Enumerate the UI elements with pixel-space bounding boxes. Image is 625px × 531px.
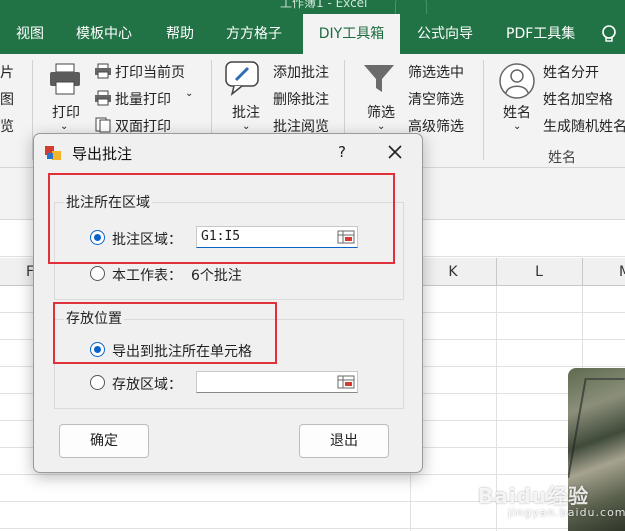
ribbon-partial-2[interactable]: 图	[0, 89, 14, 109]
column-header-m[interactable]: M	[582, 258, 625, 286]
add-comment-button[interactable]: 添加批注	[273, 62, 329, 82]
tab-formula-wizard[interactable]: 公式向导	[417, 14, 473, 54]
delete-comment-button[interactable]: 删除批注	[273, 89, 329, 109]
filter-selected-button[interactable]: 筛选选中	[408, 62, 464, 82]
range-picker-icon[interactable]	[337, 375, 355, 389]
watermark-text: Baidu经验	[478, 484, 590, 508]
clear-filter-button[interactable]: 清空筛选	[408, 89, 464, 109]
filter-button[interactable]: 筛选	[367, 102, 395, 122]
chevron-down-icon[interactable]: ⌄	[377, 121, 385, 132]
filter-icon	[364, 65, 394, 92]
comment-range-label[interactable]: 批注区域：	[112, 229, 182, 249]
store-range-radio[interactable]	[90, 375, 105, 390]
comment-range-input[interactable]: G1:I5	[196, 226, 358, 248]
export-comments-dialog: 导出批注 ? 批注所在区域 批注区域： G1:I5 本工作表： 6个批注 存放位…	[33, 133, 423, 473]
comment-range-radio[interactable]	[90, 230, 105, 245]
storage-location-group-label: 存放位置	[64, 308, 124, 328]
print-button[interactable]: 打印	[52, 102, 80, 122]
person-icon	[499, 63, 535, 99]
baidu-watermark: Baidu经验 jingyan.baidu.com	[478, 480, 625, 519]
comment-count: 6个批注	[191, 268, 242, 284]
current-sheet-radio[interactable]	[90, 266, 105, 281]
batch-print-button[interactable]: 批量打印	[115, 89, 171, 109]
comment-range-group	[54, 202, 404, 300]
tab-fangfang[interactable]: 方方格子	[226, 14, 282, 54]
tab-view[interactable]: 视图	[16, 14, 44, 54]
window-title: 工作簿1 - Excel	[280, 0, 368, 10]
duplex-print-icon	[95, 117, 111, 133]
tab-help[interactable]: 帮助	[166, 14, 194, 54]
random-name-button[interactable]: 生成随机姓名	[543, 116, 625, 136]
tab-pdf-tools[interactable]: PDF工具集	[506, 14, 575, 54]
exit-button[interactable]: 退出	[299, 424, 389, 458]
current-sheet-label[interactable]: 本工作表：	[112, 265, 182, 285]
split-name-button[interactable]: 姓名分开	[543, 62, 599, 82]
comment-icon	[225, 61, 259, 96]
export-to-cell-label[interactable]: 导出到批注所在单元格	[112, 341, 252, 361]
storage-location-group	[54, 319, 404, 409]
comment-button[interactable]: 批注	[232, 102, 260, 122]
tab-diy-toolbox[interactable]: DIY工具箱	[303, 14, 400, 54]
ribbon-partial-3[interactable]: 览	[0, 116, 14, 136]
dialog-title: 导出批注	[72, 145, 133, 163]
print-page-icon	[95, 63, 111, 79]
tab-template-center[interactable]: 模板中心	[76, 14, 132, 54]
ribbon-tab-bar: 视图 模板中心 帮助 方方格子 DIY工具箱 公式向导 PDF工具集	[0, 14, 625, 54]
comment-range-group-label: 批注所在区域	[64, 192, 152, 212]
chevron-down-icon[interactable]: ⌄	[60, 121, 68, 132]
close-icon[interactable]	[380, 139, 410, 165]
ribbon-partial-1[interactable]: 片	[0, 62, 14, 82]
export-to-cell-radio[interactable]	[90, 342, 105, 357]
print-current-page-button[interactable]: 打印当前页	[115, 62, 185, 82]
range-picker-icon[interactable]	[337, 230, 355, 244]
column-header-l[interactable]: L	[496, 258, 582, 286]
watermark-subtext: jingyan.baidu.com	[508, 506, 625, 519]
ok-button[interactable]: 确定	[59, 424, 149, 458]
batch-print-icon	[95, 90, 111, 106]
help-button[interactable]: ?	[330, 139, 354, 165]
store-range-label[interactable]: 存放区域：	[112, 374, 182, 394]
store-range-input[interactable]	[196, 371, 358, 393]
name-add-space-button[interactable]: 姓名加空格	[543, 89, 613, 109]
printer-icon	[50, 63, 80, 95]
name-group-label: 姓名	[548, 150, 576, 166]
chevron-down-icon[interactable]: ⌄	[242, 121, 250, 132]
chevron-down-icon[interactable]: ⌄	[185, 88, 193, 99]
lightbulb-icon[interactable]	[598, 23, 620, 45]
chevron-down-icon[interactable]: ⌄	[513, 121, 521, 132]
app-icon	[45, 146, 61, 160]
window-title-bar: 工作簿1 - Excel	[0, 0, 625, 21]
name-button[interactable]: 姓名	[503, 102, 531, 122]
